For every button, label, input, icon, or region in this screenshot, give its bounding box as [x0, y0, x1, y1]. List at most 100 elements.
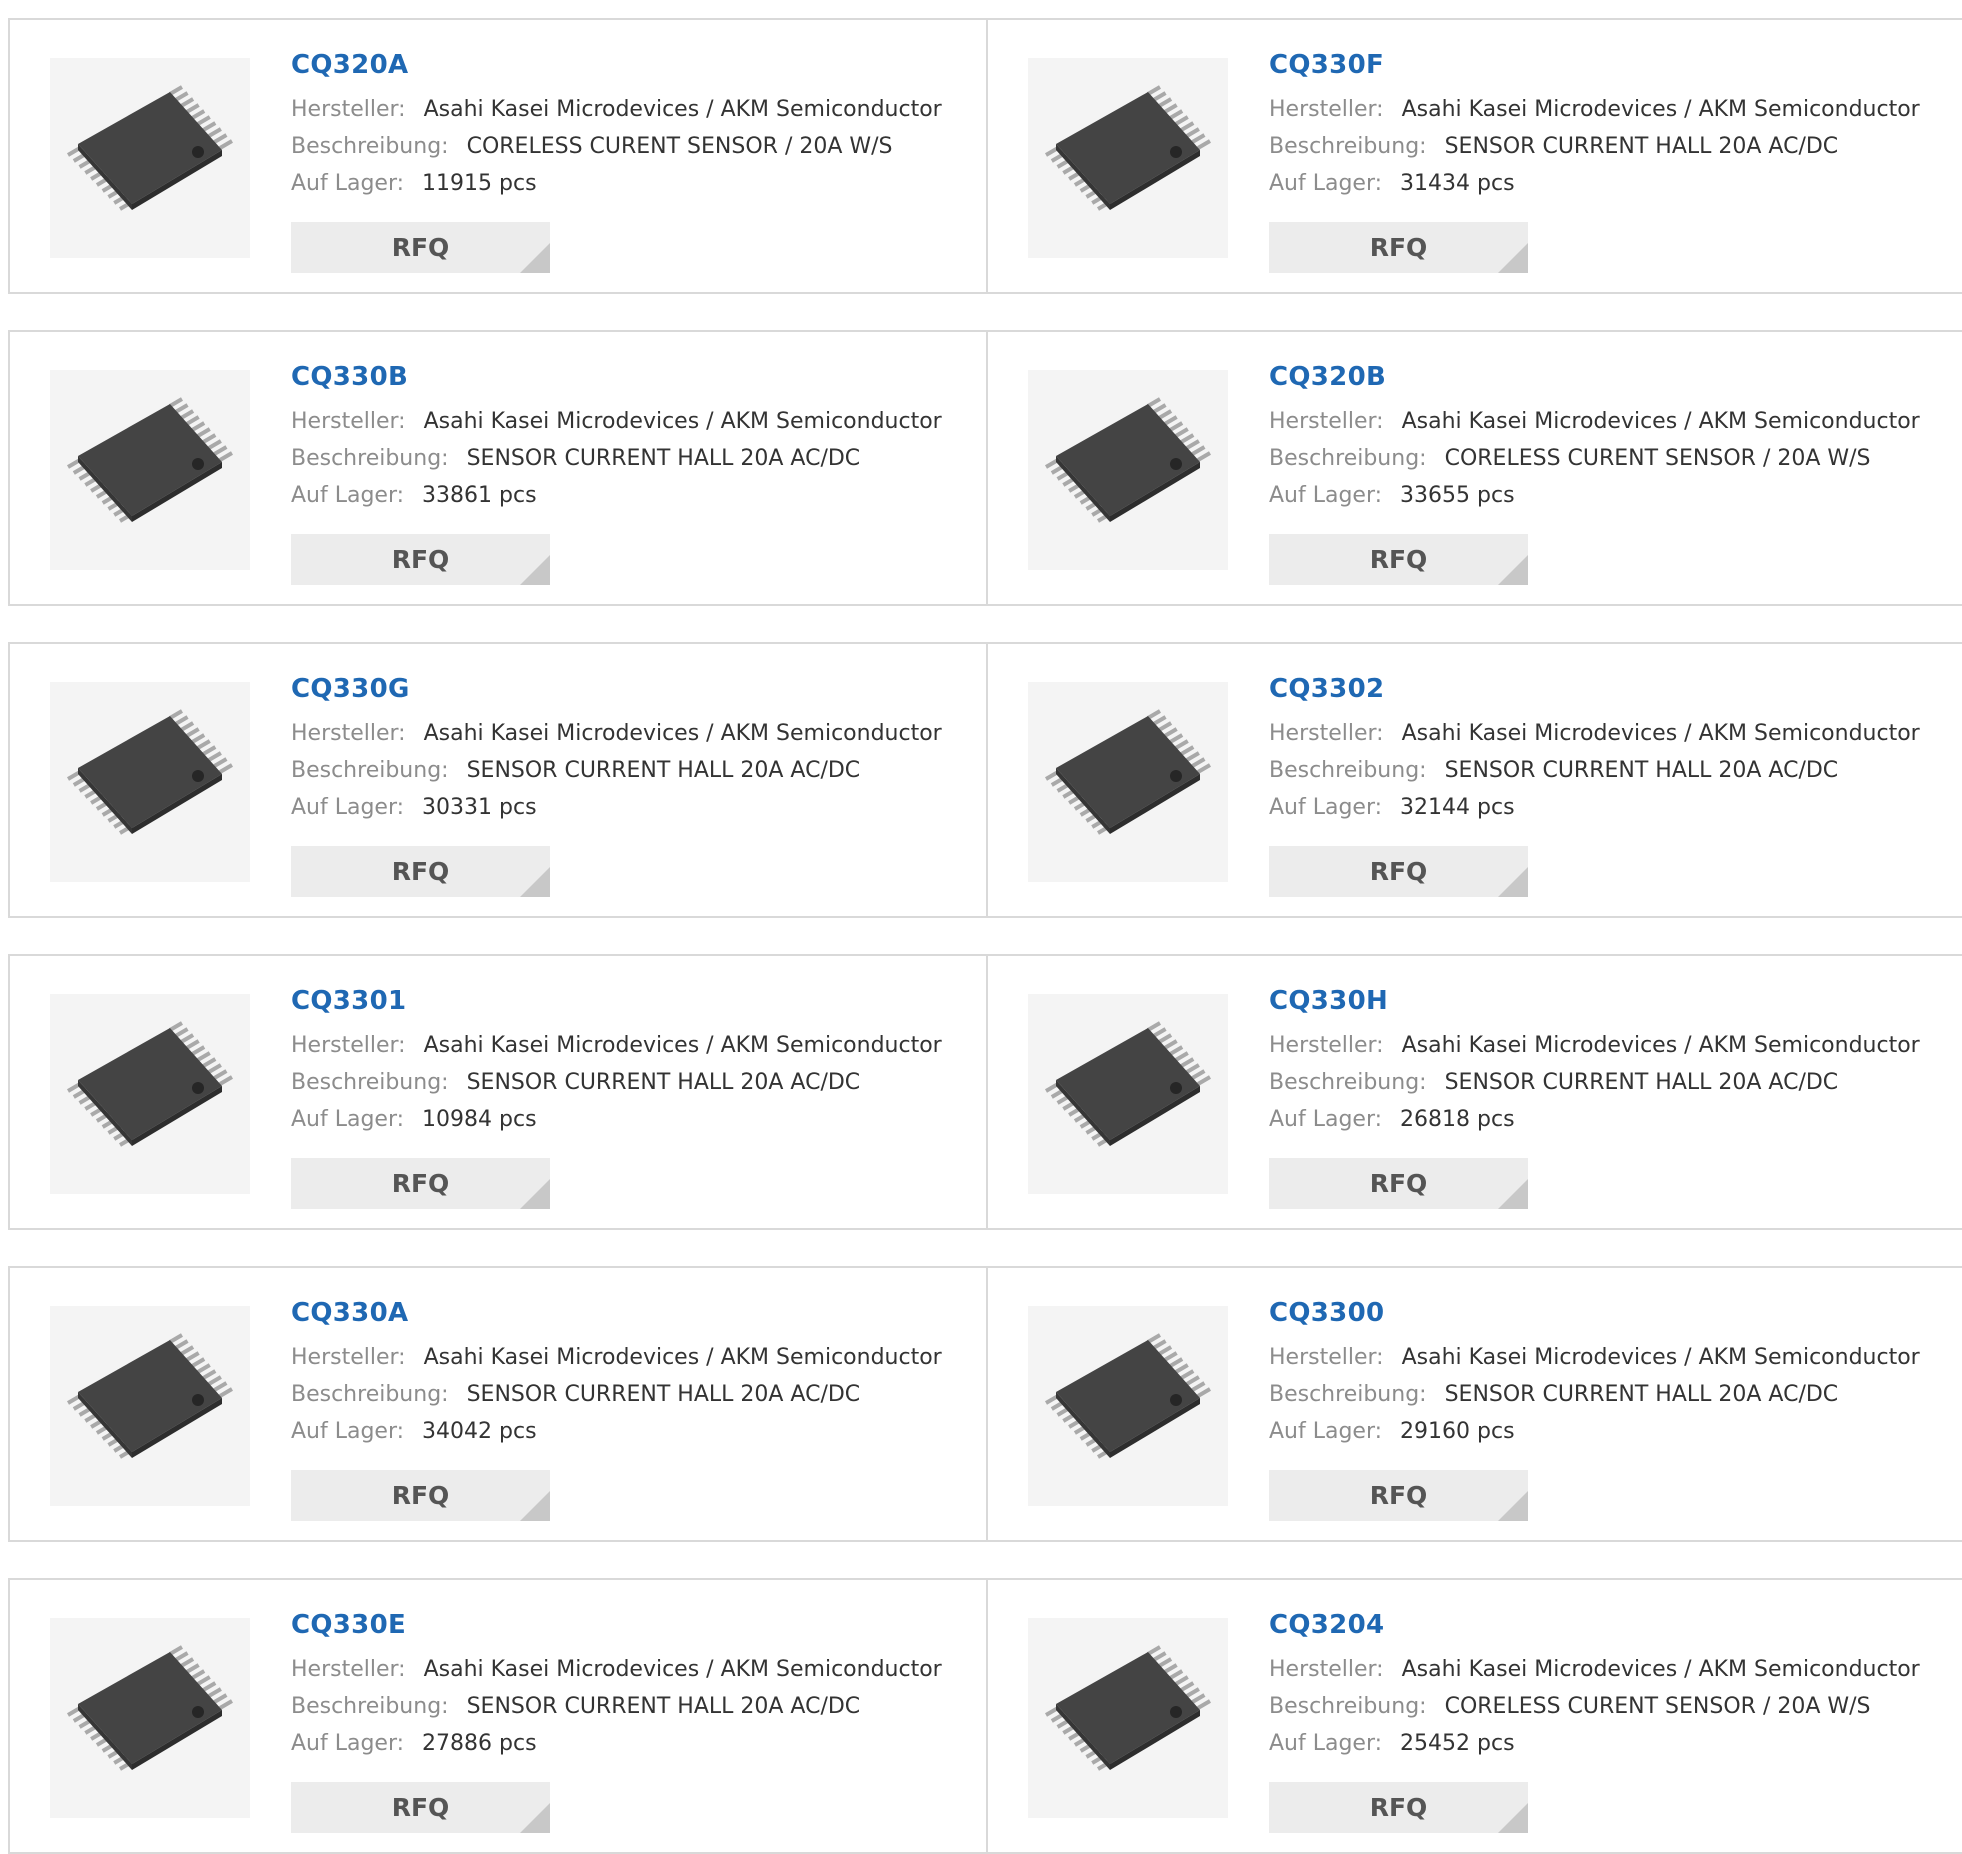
- rfq-button[interactable]: RFQ: [1269, 1470, 1528, 1521]
- rfq-label: RFQ: [1369, 1481, 1428, 1510]
- product-info: CQ330E Hersteller: Asahi Kasei Microdevice…: [291, 1608, 986, 1762]
- part-number-link[interactable]: CQ3204: [1269, 1608, 1962, 1642]
- description-value: SENSOR CURRENT HALL 20A AC/DC: [1444, 1070, 1839, 1095]
- part-number-link[interactable]: CQ330H: [1269, 984, 1962, 1018]
- product-card: CQ330F Hersteller: Asahi Kasei Microdevice…: [988, 20, 1962, 292]
- product-thumbnail[interactable]: [50, 58, 250, 258]
- description-value: SENSOR CURRENT HALL 20A AC/DC: [466, 1070, 861, 1095]
- stock-label: Auf Lager:: [291, 1107, 405, 1132]
- manufacturer-value: Asahi Kasei Microdevices / AKM Semicondu…: [1401, 97, 1920, 122]
- product-info: CQ330A Hersteller: Asahi Kasei Microdevice…: [291, 1296, 986, 1450]
- product-thumbnail[interactable]: [1028, 994, 1228, 1194]
- part-number-link[interactable]: CQ330B: [291, 360, 986, 394]
- rfq-button[interactable]: RFQ: [291, 1158, 550, 1209]
- chip-image: [66, 397, 234, 523]
- product-thumbnail[interactable]: [50, 682, 250, 882]
- manufacturer-label: Hersteller:: [1269, 1657, 1384, 1682]
- product-thumbnail[interactable]: [1028, 1618, 1228, 1818]
- product-card: CQ320B Hersteller: Asahi Kasei Microdevice…: [988, 332, 1962, 604]
- product-thumbnail[interactable]: [1028, 370, 1228, 570]
- manufacturer-label: Hersteller:: [1269, 1033, 1384, 1058]
- corner-triangle-icon: [1498, 243, 1528, 273]
- part-number-link[interactable]: CQ320A: [291, 48, 986, 82]
- manufacturer-row: Hersteller: Asahi Kasei Microdevices / AK…: [1269, 91, 1962, 128]
- chip-image: [1044, 1333, 1212, 1459]
- manufacturer-row: Hersteller: Asahi Kasei Microdevices / AK…: [1269, 1027, 1962, 1064]
- description-label: Beschreibung:: [291, 1070, 449, 1095]
- rfq-button[interactable]: RFQ: [1269, 1158, 1528, 1209]
- stock-row: Auf Lager: 10984 pcs: [291, 1101, 986, 1138]
- manufacturer-value: Asahi Kasei Microdevices / AKM Semicondu…: [423, 1657, 942, 1682]
- description-value: SENSOR CURRENT HALL 20A AC/DC: [1444, 758, 1839, 783]
- description-label: Beschreibung:: [291, 1694, 449, 1719]
- part-number-link[interactable]: CQ3302: [1269, 672, 1962, 706]
- chip-image: [1044, 85, 1212, 211]
- chip-image: [66, 1021, 234, 1147]
- rfq-button[interactable]: RFQ: [291, 846, 550, 897]
- stock-row: Auf Lager: 32144 pcs: [1269, 789, 1962, 826]
- manufacturer-row: Hersteller: Asahi Kasei Microdevices / AK…: [291, 1027, 986, 1064]
- product-info: CQ3204 Hersteller: Asahi Kasei Microdevice…: [1269, 1608, 1962, 1762]
- rfq-button[interactable]: RFQ: [291, 1782, 550, 1833]
- description-row: Beschreibung: SENSOR CURRENT HALL 20A AC/…: [1269, 128, 1962, 165]
- stock-value: 29160 pcs: [1400, 1419, 1515, 1444]
- product-card: CQ320A Hersteller: Asahi Kasei Microdevice…: [10, 20, 988, 292]
- description-value: CORELESS CURENT SENSOR / 20A W/S: [1444, 446, 1871, 471]
- product-thumbnail[interactable]: [1028, 58, 1228, 258]
- corner-triangle-icon: [520, 1803, 550, 1833]
- product-thumbnail[interactable]: [50, 994, 250, 1194]
- stock-label: Auf Lager:: [1269, 1731, 1383, 1756]
- description-row: Beschreibung: SENSOR CURRENT HALL 20A AC/…: [1269, 1376, 1962, 1413]
- stock-label: Auf Lager:: [291, 483, 405, 508]
- stock-label: Auf Lager:: [291, 1419, 405, 1444]
- description-label: Beschreibung:: [1269, 758, 1427, 783]
- stock-row: Auf Lager: 34042 pcs: [291, 1413, 986, 1450]
- product-info: CQ330B Hersteller: Asahi Kasei Microdevice…: [291, 360, 986, 514]
- stock-value: 33655 pcs: [1400, 483, 1515, 508]
- stock-row: Auf Lager: 33861 pcs: [291, 477, 986, 514]
- description-label: Beschreibung:: [291, 758, 449, 783]
- manufacturer-row: Hersteller: Asahi Kasei Microdevices / AK…: [291, 403, 986, 440]
- manufacturer-row: Hersteller: Asahi Kasei Microdevices / AK…: [1269, 1339, 1962, 1376]
- rfq-label: RFQ: [1369, 545, 1428, 574]
- rfq-button[interactable]: RFQ: [1269, 534, 1528, 585]
- stock-label: Auf Lager:: [291, 171, 405, 196]
- rfq-button[interactable]: RFQ: [291, 222, 550, 273]
- product-thumbnail[interactable]: [50, 370, 250, 570]
- stock-value: 11915 pcs: [422, 171, 537, 196]
- rfq-button[interactable]: RFQ: [291, 534, 550, 585]
- stock-value: 27886 pcs: [422, 1731, 537, 1756]
- product-row: CQ330E Hersteller: Asahi Kasei Microdevice…: [8, 1578, 1962, 1854]
- product-info: CQ320B Hersteller: Asahi Kasei Microdevice…: [1269, 360, 1962, 514]
- rfq-button[interactable]: RFQ: [1269, 1782, 1528, 1833]
- rfq-label: RFQ: [1369, 233, 1428, 262]
- chip-image: [1044, 709, 1212, 835]
- product-card: CQ330A Hersteller: Asahi Kasei Microdevice…: [10, 1268, 988, 1540]
- description-value: SENSOR CURRENT HALL 20A AC/DC: [1444, 1382, 1839, 1407]
- product-thumbnail[interactable]: [50, 1618, 250, 1818]
- product-thumbnail[interactable]: [50, 1306, 250, 1506]
- product-info: CQ330H Hersteller: Asahi Kasei Microdevice…: [1269, 984, 1962, 1138]
- product-thumbnail[interactable]: [1028, 1306, 1228, 1506]
- part-number-link[interactable]: CQ3301: [291, 984, 986, 1018]
- part-number-link[interactable]: CQ330F: [1269, 48, 1962, 82]
- product-info: CQ3300 Hersteller: Asahi Kasei Microdevice…: [1269, 1296, 1962, 1450]
- corner-triangle-icon: [520, 1179, 550, 1209]
- part-number-link[interactable]: CQ330A: [291, 1296, 986, 1330]
- description-row: Beschreibung: CORELESS CURENT SENSOR / 20…: [1269, 1688, 1962, 1725]
- stock-value: 10984 pcs: [422, 1107, 537, 1132]
- rfq-button[interactable]: RFQ: [291, 1470, 550, 1521]
- part-number-link[interactable]: CQ320B: [1269, 360, 1962, 394]
- product-thumbnail[interactable]: [1028, 682, 1228, 882]
- rfq-button[interactable]: RFQ: [1269, 222, 1528, 273]
- stock-row: Auf Lager: 31434 pcs: [1269, 165, 1962, 202]
- part-number-link[interactable]: CQ3300: [1269, 1296, 1962, 1330]
- rfq-label: RFQ: [391, 857, 450, 886]
- part-number-link[interactable]: CQ330E: [291, 1608, 986, 1642]
- manufacturer-row: Hersteller: Asahi Kasei Microdevices / AK…: [291, 1651, 986, 1688]
- part-number-link[interactable]: CQ330G: [291, 672, 986, 706]
- rfq-button[interactable]: RFQ: [1269, 846, 1528, 897]
- product-card: CQ330B Hersteller: Asahi Kasei Microdevice…: [10, 332, 988, 604]
- description-label: Beschreibung:: [1269, 134, 1427, 159]
- stock-label: Auf Lager:: [291, 1731, 405, 1756]
